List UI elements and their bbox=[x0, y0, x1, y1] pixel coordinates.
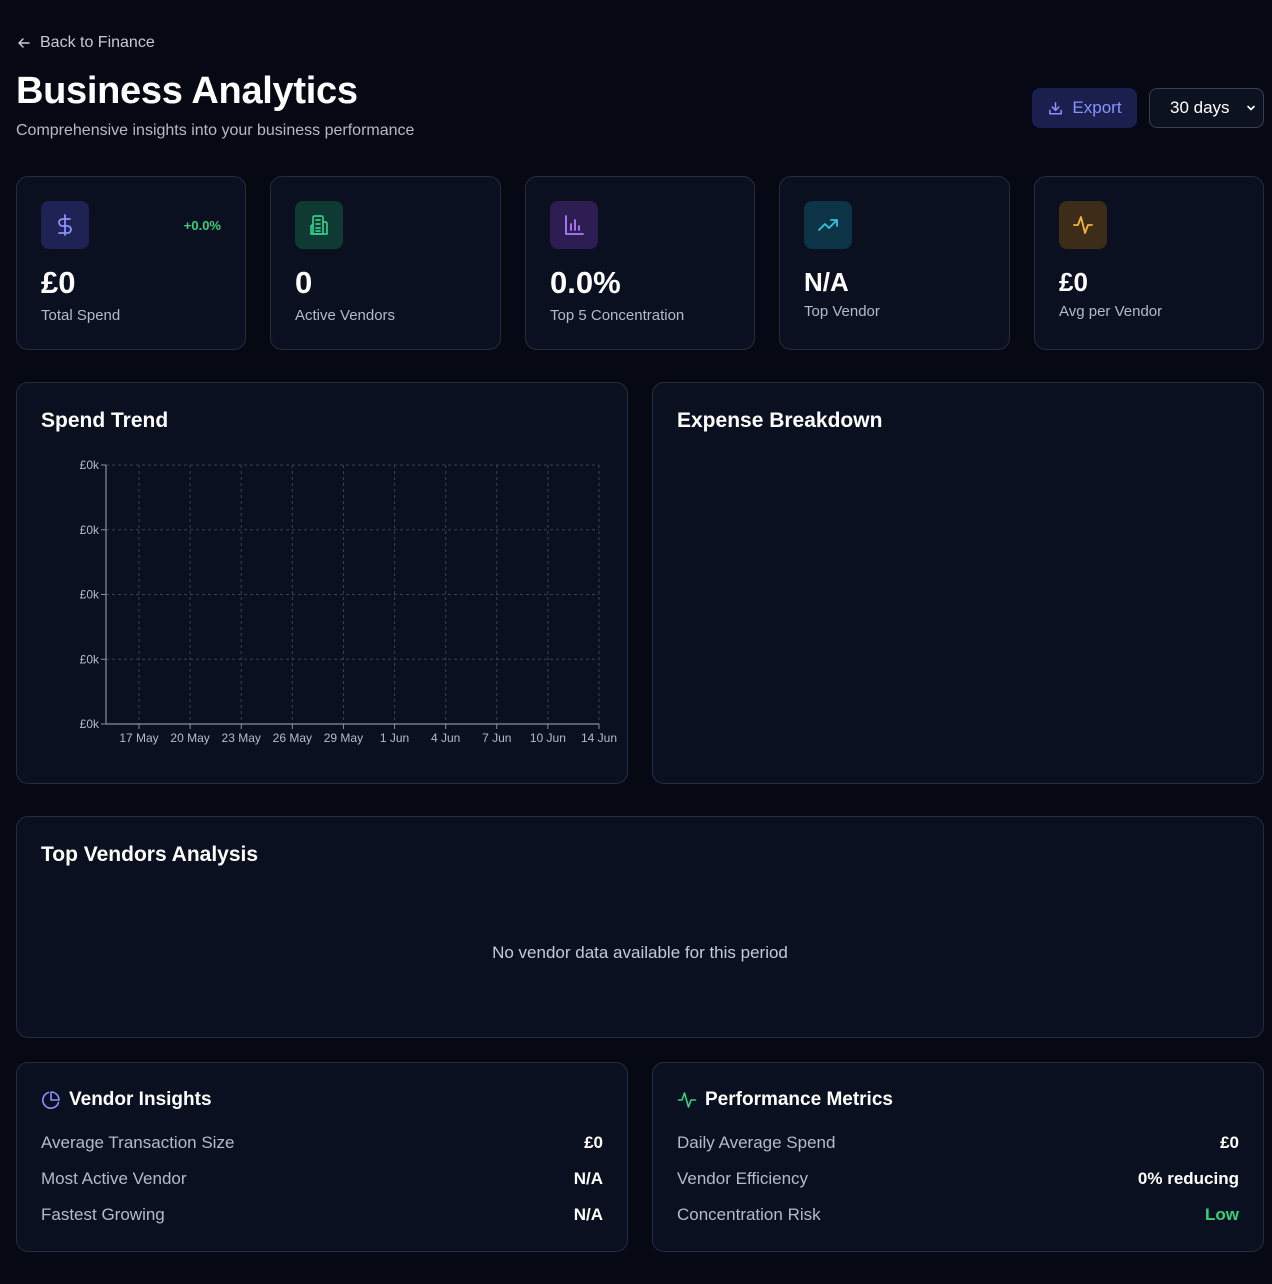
stat-value: 0.0% bbox=[550, 265, 621, 300]
insight-value: £0 bbox=[584, 1133, 603, 1152]
x-tick-label: 17 May bbox=[119, 731, 158, 745]
x-tick-label: 4 Jun bbox=[431, 731, 460, 745]
metric-label: Concentration Risk bbox=[677, 1205, 821, 1224]
stat-value: 0 bbox=[295, 265, 313, 300]
y-tick-label: £0k bbox=[80, 588, 100, 602]
x-tick-label: 7 Jun bbox=[482, 731, 511, 745]
x-tick-label: 29 May bbox=[324, 731, 363, 745]
dollar-icon bbox=[41, 201, 89, 249]
metric-row: Concentration Risk Low bbox=[677, 1205, 1239, 1225]
metric-row: Vendor Efficiency 0% reducing bbox=[677, 1169, 1239, 1189]
back-to-finance-link[interactable]: Back to Finance bbox=[16, 34, 155, 52]
activity-icon bbox=[1059, 201, 1107, 249]
download-icon bbox=[1049, 101, 1063, 114]
building-icon bbox=[295, 201, 343, 249]
trending-up-icon bbox=[804, 201, 852, 249]
concentration-risk-value: Low bbox=[1205, 1205, 1239, 1224]
insight-value: N/A bbox=[573, 1169, 603, 1188]
period-selected-value: 30 days bbox=[1170, 98, 1230, 117]
insight-label: Average Transaction Size bbox=[41, 1133, 235, 1152]
stat-card-top5-concentration: 0.0% Top 5 Concentration bbox=[525, 176, 755, 350]
vendor-insights-title: Vendor Insights bbox=[69, 1089, 212, 1110]
stat-card-avg-per-vendor: £0 Avg per Vendor bbox=[1034, 176, 1264, 350]
metric-label: Daily Average Spend bbox=[677, 1133, 836, 1152]
x-tick-label: 26 May bbox=[273, 731, 312, 745]
top-vendors-card: Top Vendors Analysis No vendor data avai… bbox=[16, 816, 1264, 1038]
spend-trend-card: Spend Trend £0k £0k £0k £0k £0k 17 May 20 May 2… bbox=[16, 382, 628, 784]
x-tick-label: 10 Jun bbox=[530, 731, 566, 745]
top-vendors-empty-message: No vendor data available for this period bbox=[492, 943, 788, 962]
activity-icon bbox=[677, 1092, 697, 1108]
stat-card-active-vendors: 0 Active Vendors bbox=[270, 176, 501, 350]
page-subtitle: Comprehensive insights into your busines… bbox=[16, 122, 415, 139]
y-tick-label: £0k bbox=[80, 458, 100, 472]
metric-label: Vendor Efficiency bbox=[677, 1169, 809, 1188]
insight-value: N/A bbox=[573, 1205, 603, 1224]
stat-label: Total Spend bbox=[41, 307, 121, 324]
stat-change: +0.0% bbox=[183, 218, 221, 233]
stat-value: N/A bbox=[804, 267, 849, 297]
chevron-down-icon bbox=[1247, 105, 1255, 111]
back-link-label: Back to Finance bbox=[40, 34, 155, 51]
top-vendors-title: Top Vendors Analysis bbox=[41, 843, 259, 866]
page-title: Business Analytics bbox=[16, 70, 358, 112]
performance-metrics-card: Performance Metrics Daily Average Spend … bbox=[652, 1062, 1264, 1252]
stat-card-total-spend: +0.0% £0 Total Spend bbox=[16, 176, 246, 350]
stat-label: Top Vendor bbox=[804, 303, 880, 320]
stat-label: Active Vendors bbox=[295, 307, 396, 324]
x-tick-label: 20 May bbox=[170, 731, 209, 745]
insight-row: Average Transaction Size £0 bbox=[41, 1133, 603, 1153]
stat-value: £0 bbox=[41, 265, 76, 300]
stat-label: Avg per Vendor bbox=[1059, 303, 1163, 320]
pie-chart-icon bbox=[42, 1091, 60, 1109]
x-tick-label: 14 Jun bbox=[581, 731, 617, 745]
y-tick-label: £0k bbox=[80, 717, 100, 731]
stat-label: Top 5 Concentration bbox=[550, 307, 685, 324]
stat-card-top-vendor: N/A Top Vendor bbox=[779, 176, 1010, 350]
insight-label: Fastest Growing bbox=[41, 1205, 165, 1224]
stat-value: £0 bbox=[1059, 267, 1088, 297]
export-label: Export bbox=[1072, 98, 1122, 117]
performance-metrics-header: Performance Metrics bbox=[677, 1089, 893, 1111]
expense-breakdown-title: Expense Breakdown bbox=[677, 409, 883, 432]
performance-metrics-title: Performance Metrics bbox=[705, 1089, 893, 1110]
x-tick-label: 1 Jun bbox=[380, 731, 409, 745]
y-tick-label: £0k bbox=[80, 523, 100, 537]
bar-chart-icon bbox=[550, 201, 598, 249]
metric-row: Daily Average Spend £0 bbox=[677, 1133, 1239, 1153]
arrow-left-icon bbox=[18, 38, 30, 48]
x-tick-label: 23 May bbox=[222, 731, 261, 745]
export-button[interactable]: Export bbox=[1032, 88, 1137, 128]
metric-value: £0 bbox=[1220, 1133, 1239, 1152]
y-tick-label: £0k bbox=[80, 652, 100, 666]
vendor-insights-header: Vendor Insights bbox=[41, 1089, 212, 1111]
spend-trend-chart: £0k £0k £0k £0k £0k 17 May 20 May 23 May 26 May 2… bbox=[80, 458, 617, 745]
period-select[interactable]: 30 days bbox=[1149, 88, 1264, 128]
metric-value: 0% reducing bbox=[1137, 1169, 1239, 1188]
insight-label: Most Active Vendor bbox=[41, 1169, 187, 1188]
insight-row: Fastest Growing N/A bbox=[41, 1205, 603, 1225]
insight-row: Most Active Vendor N/A bbox=[41, 1169, 603, 1189]
vendor-insights-card: Vendor Insights Average Transaction Size… bbox=[16, 1062, 628, 1252]
expense-breakdown-card: Expense Breakdown bbox=[652, 382, 1264, 784]
